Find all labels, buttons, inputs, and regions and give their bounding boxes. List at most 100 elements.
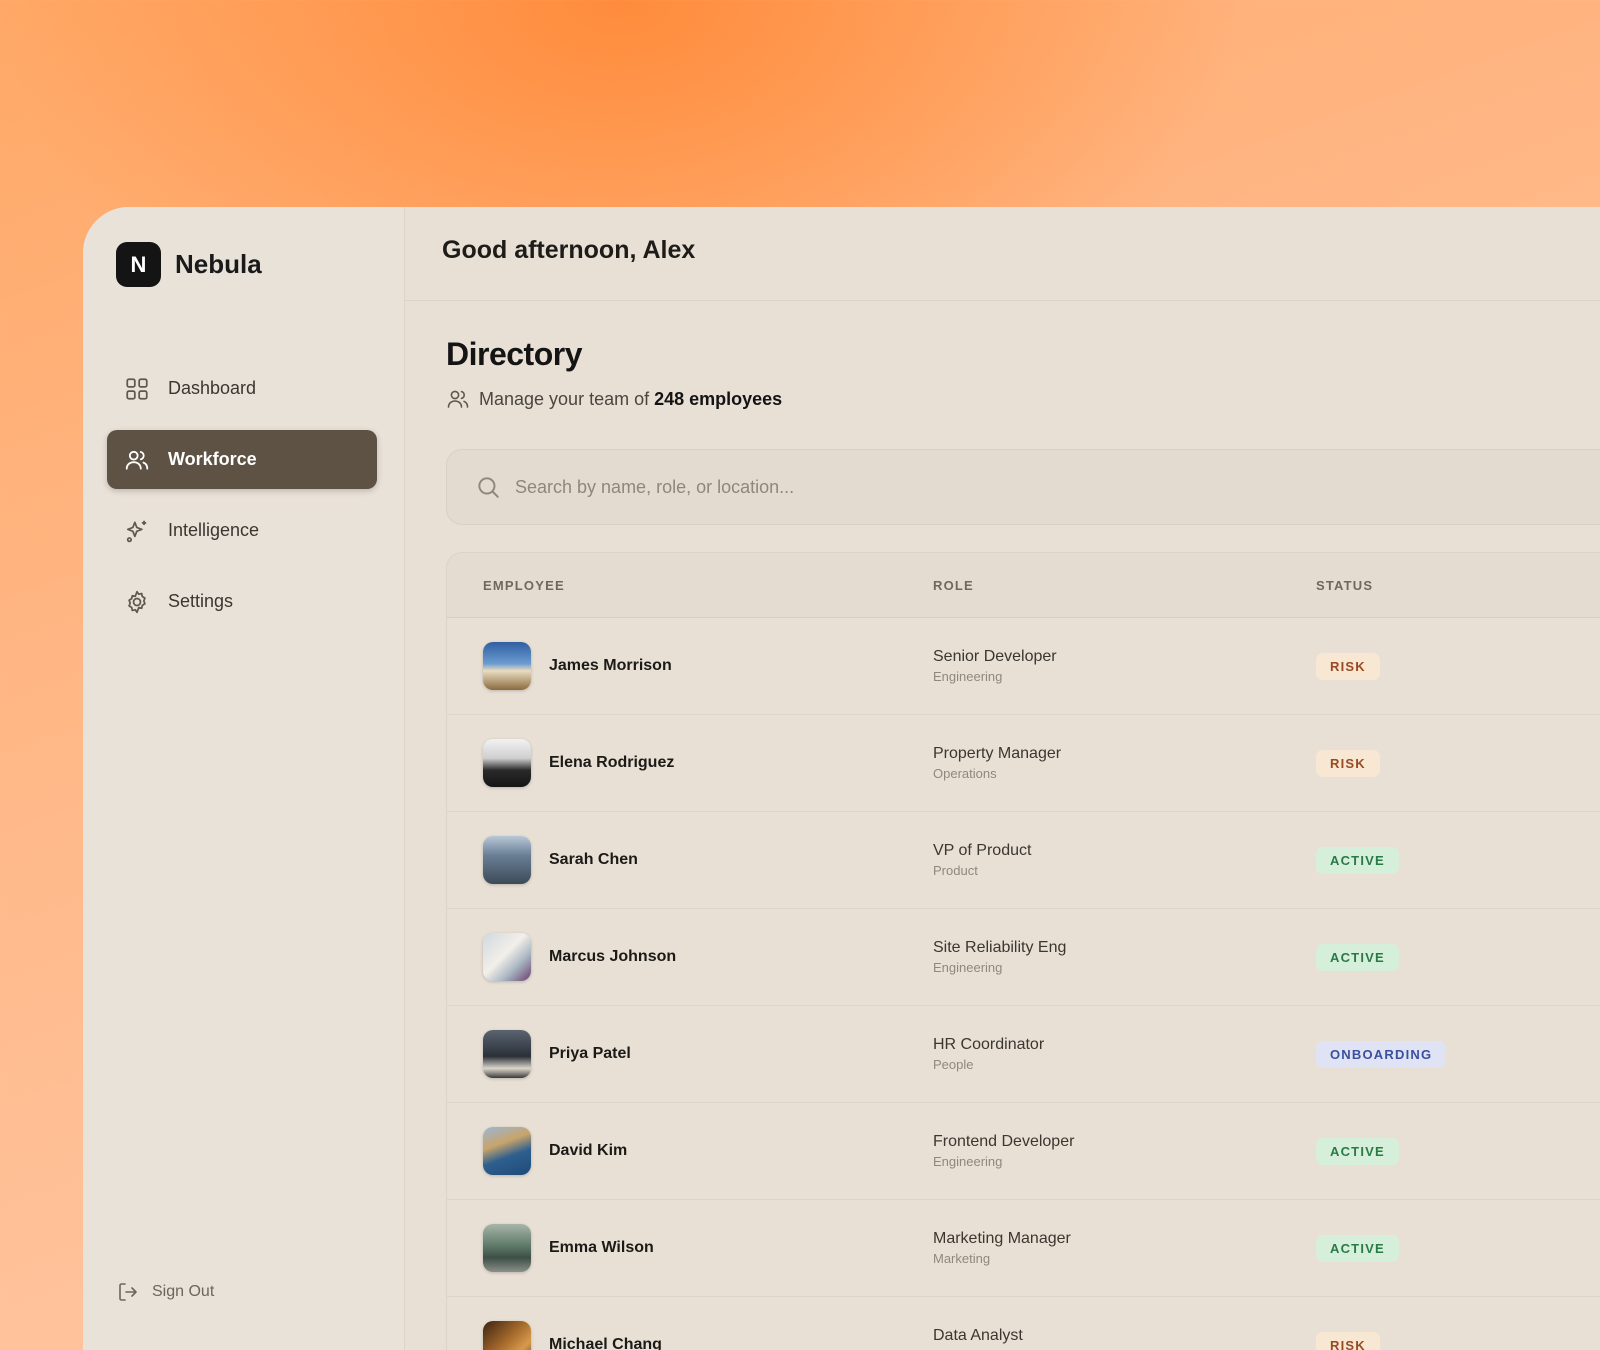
brand-logo: N [116, 242, 161, 287]
table-row[interactable]: Priya Patel HR Coordinator People ONBOARDIN… [447, 1006, 1600, 1103]
sign-out-label: Sign Out [152, 1283, 215, 1300]
status-cell: RISK [1316, 652, 1600, 680]
status-cell: RISK [1316, 749, 1600, 777]
employee-name[interactable]: James Morrison [549, 657, 672, 675]
status-badge: RISK [1316, 1331, 1380, 1350]
column-header-status[interactable]: STATUS [1316, 578, 1600, 593]
sidebar-item-intelligence[interactable]: Intelligence [107, 501, 377, 560]
avatar[interactable] [483, 1321, 531, 1350]
sidebar: N Nebula Dashboard Workforce Intelligenc… [83, 207, 405, 1350]
role-cell: Site Reliability Eng Engineering [933, 939, 1316, 975]
brand-name: Nebula [175, 249, 262, 279]
page-title: Directory [446, 336, 583, 372]
role-title: Site Reliability Eng [933, 939, 1067, 956]
employee-name[interactable]: Elena Rodriguez [549, 754, 674, 772]
role-department: Engineering [933, 960, 1003, 975]
app-window: N Nebula Dashboard Workforce Intelligenc… [83, 207, 1600, 1350]
status-badge: ACTIVE [1316, 1234, 1399, 1262]
status-cell: ACTIVE [1316, 1234, 1600, 1262]
avatar[interactable] [483, 836, 531, 884]
sidebar-nav: Dashboard Workforce Intelligence Setting… [107, 359, 377, 643]
gear-icon [128, 590, 146, 613]
role-cell: Marketing Manager Marketing [933, 1230, 1316, 1266]
users-icon [447, 390, 469, 408]
employee-count: 248 employees [654, 388, 783, 409]
greeting: Good afternoon, Alex [442, 236, 696, 264]
role-department: Operations [933, 766, 997, 781]
table-row[interactable]: David Kim Frontend Developer Engineering AC… [447, 1103, 1600, 1200]
employee-cell: Priya Patel [447, 1030, 933, 1078]
avatar[interactable] [483, 1030, 531, 1078]
brand[interactable]: N Nebula [116, 242, 262, 287]
column-header-role[interactable]: ROLE [933, 578, 1316, 593]
table-header: EMPLOYEE ROLE STATUS [447, 553, 1600, 618]
employee-name[interactable]: Marcus Johnson [549, 948, 676, 966]
role-title: HR Coordinator [933, 1036, 1045, 1053]
employee-cell: James Morrison [447, 642, 933, 690]
status-badge: RISK [1316, 652, 1380, 680]
employee-table: EMPLOYEE ROLE STATUS James Morrison Senio… [446, 552, 1600, 1350]
subtitle-text: Manage your team of [479, 388, 650, 409]
status-cell: ONBOARDING [1316, 1040, 1600, 1068]
sidebar-item-label: Settings [168, 591, 234, 611]
table-row[interactable]: Sarah Chen VP of Product Product ACTIVE [447, 812, 1600, 909]
role-title: Frontend Developer [933, 1133, 1075, 1150]
page-subtitle: Manage your team of 248 employees [446, 387, 1600, 411]
sidebar-item-dashboard[interactable]: Dashboard [107, 359, 377, 418]
status-badge: ACTIVE [1316, 943, 1399, 971]
sidebar-item-workforce[interactable]: Workforce [107, 430, 377, 489]
employee-name[interactable]: Michael Chang [549, 1336, 662, 1350]
column-header-employee[interactable]: EMPLOYEE [447, 578, 933, 593]
status-cell: ACTIVE [1316, 943, 1600, 971]
role-title: Senior Developer [933, 648, 1057, 665]
role-title: VP of Product [933, 842, 1032, 859]
role-department: Engineering [933, 669, 1003, 684]
sidebar-item-label: Workforce [168, 449, 257, 469]
users-icon [125, 450, 149, 470]
avatar[interactable] [483, 642, 531, 690]
logout-icon [119, 1283, 137, 1301]
role-title: Property Manager [933, 745, 1062, 762]
status-cell: ACTIVE [1316, 846, 1600, 874]
employee-name[interactable]: Priya Patel [549, 1045, 631, 1063]
status-badge: ACTIVE [1316, 1137, 1399, 1165]
table-row[interactable]: Michael Chang Data AnalystProductRISK [447, 1297, 1600, 1350]
employee-cell: Michael Chang [447, 1321, 933, 1350]
avatar[interactable] [483, 1224, 531, 1272]
employee-cell: Marcus Johnson [447, 933, 933, 981]
status-badge: ONBOARDING [1316, 1040, 1447, 1068]
table-row[interactable]: Marcus Johnson Site Reliability Eng Engine… [447, 909, 1600, 1006]
role-cell: Frontend Developer Engineering [933, 1133, 1316, 1169]
table-body: James Morrison Senior Developer Engineerin… [447, 618, 1600, 1350]
sidebar-item-settings[interactable]: Settings [107, 572, 377, 631]
sign-out-button[interactable]: Sign Out [116, 1280, 214, 1304]
role-cell: Property Manager Operations [933, 745, 1316, 781]
avatar[interactable] [483, 1127, 531, 1175]
employee-name[interactable]: David Kim [549, 1142, 627, 1160]
sidebar-item-label: Dashboard [168, 378, 257, 398]
employee-name[interactable]: Emma Wilson [549, 1239, 654, 1257]
search-bar[interactable] [446, 449, 1600, 525]
role-department: Product [933, 863, 978, 878]
main-content: Good afternoon, Alex Directory Manage yo… [405, 207, 1600, 1350]
role-department: Engineering [933, 1154, 1003, 1169]
sparkles-icon [126, 520, 147, 542]
table-row[interactable]: James Morrison Senior Developer Engineerin… [447, 618, 1600, 715]
employee-cell: David Kim [447, 1127, 933, 1175]
table-row[interactable]: Elena Rodriguez Property Manager Operation… [447, 715, 1600, 812]
avatar[interactable] [483, 933, 531, 981]
employee-cell: Elena Rodriguez [447, 739, 933, 787]
role-cell: Senior Developer Engineering [933, 648, 1316, 684]
directory-section: Directory Manage your team of 248 employ… [405, 301, 1600, 1350]
role-department: People [933, 1057, 974, 1072]
table-row[interactable]: Emma Wilson Marketing Manager Marketing ACT… [447, 1200, 1600, 1297]
avatar[interactable] [483, 739, 531, 787]
role-cell: Data AnalystProduct [933, 1327, 1316, 1350]
role-title: Data Analyst [933, 1327, 1023, 1344]
status-cell: ACTIVE [1316, 1137, 1600, 1165]
sidebar-item-label: Intelligence [168, 520, 260, 540]
search-input[interactable] [513, 475, 1317, 499]
employee-cell: Emma Wilson [447, 1224, 933, 1272]
status-cell: RISK [1316, 1331, 1600, 1350]
employee-name[interactable]: Sarah Chen [549, 851, 638, 869]
